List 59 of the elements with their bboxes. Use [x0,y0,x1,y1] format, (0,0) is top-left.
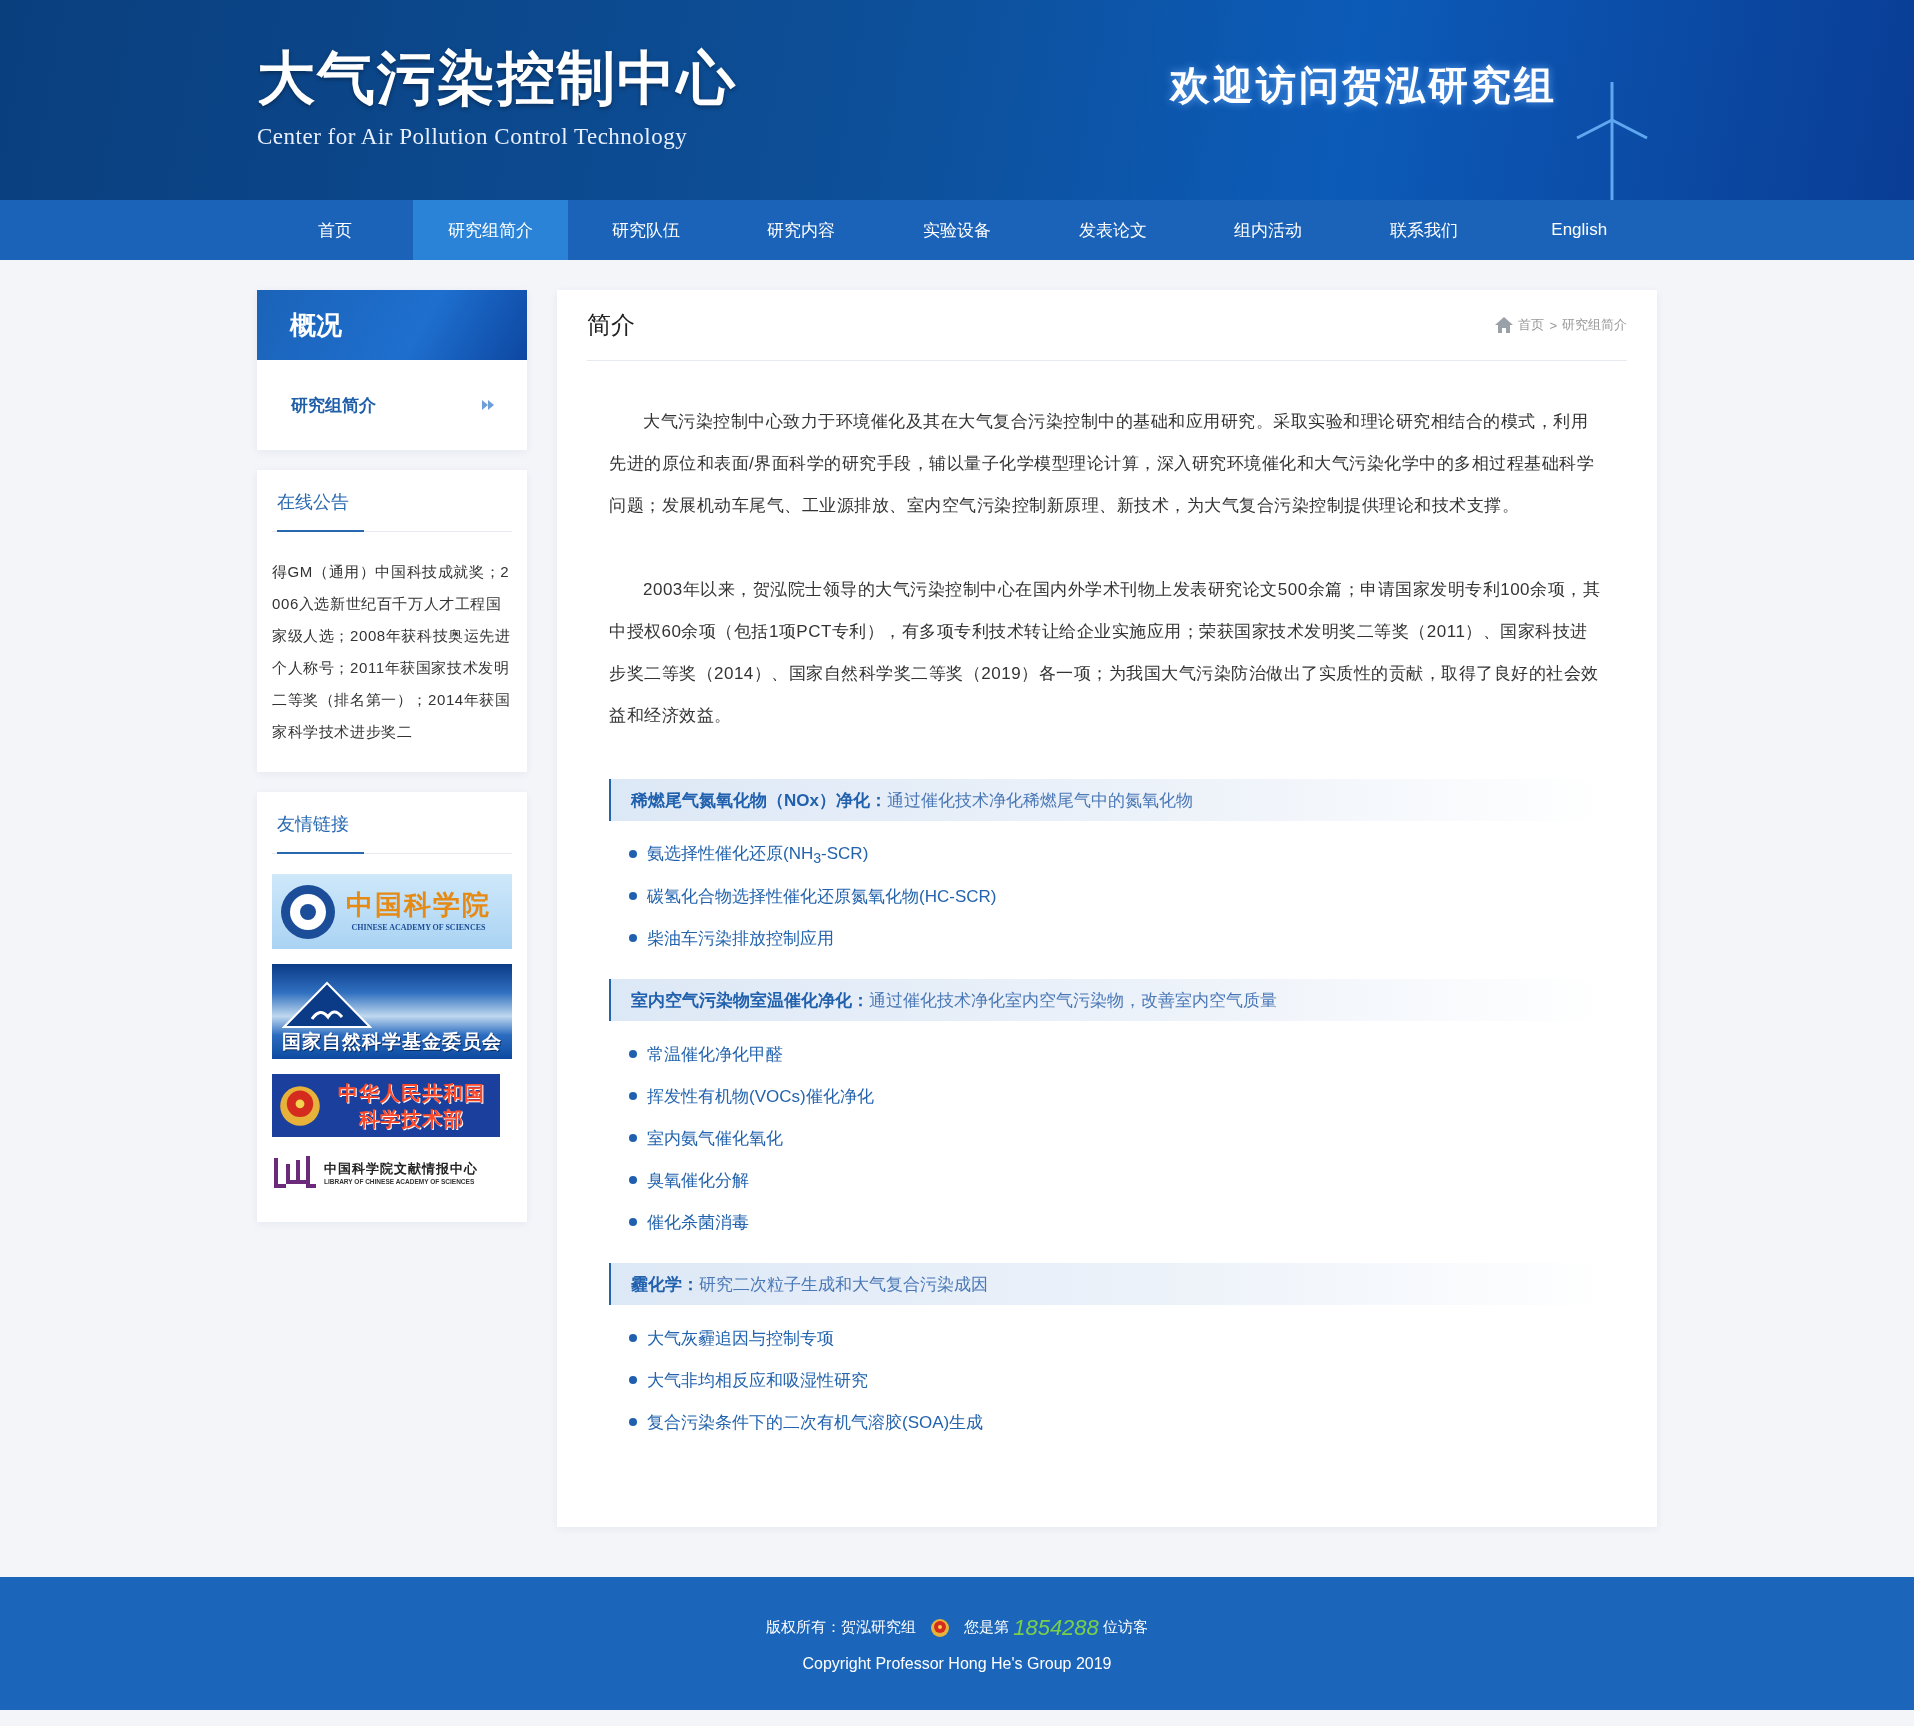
bullet-icon [629,1092,637,1100]
police-emblem-icon [930,1617,951,1638]
nav-link[interactable]: 研究内容 [723,200,880,260]
topic-item: 大气非均相反应和吸湿性研究 [647,1369,868,1392]
visitor-suffix: 位访客 [1102,1618,1148,1637]
topic-item: 碳氢化合物选择性催化还原氮氧化物(HC-SCR) [647,885,997,908]
intro-paragraph: 大气污染控制中心致力于环境催化及其在大气复合污染控制中的基础和应用研究。采取实验和理论研究相结合的模式，利用先进的原位和表面/界面科学的研究手段，辅以量子化学模型理论计算，深入研究环境催化和大气污染化学中的多相过程基础科学问题；发展机动车尾气、工业源排放、室内空气污染控制新原理、新技术，为大气复合污染控制提供理论和技术支撑。 [609,411,1596,517]
topic-item: 柴油车污染排放控制应用 [647,927,834,950]
topic-item: 室内氨气催化氧化 [647,1127,783,1150]
visitor-prefix: 您是第 [964,1618,1010,1637]
notice-text: 得GM（通用）中国科技成就奖；2006入选新世纪百千万人才工程国家级人选；2008年获科技奥运先进个人称号；2011年获国家技术发明二等奖（排名第一）；2014年获国家科学技术进步奖二 [271,562,512,742]
bullet-icon [629,1334,637,1342]
academy-emblem-icon [280,883,336,940]
sidebar-menu-link[interactable]: 研究组简介 [257,360,527,450]
nav-link[interactable]: 研究组简介 [412,200,569,260]
double-arrow-icon [482,400,494,410]
bullet-icon [629,934,637,942]
topic-item: 大气灰霾追因与控制专项 [647,1327,834,1350]
nav-link[interactable]: English [1501,200,1657,260]
topic-item: 氨选择性催化还原(NH$_{3}$-SCR) [647,842,869,867]
bullet-icon [629,892,637,900]
notice-title: 在线公告 [277,490,364,532]
nav-link[interactable]: 研究队伍 [568,200,724,260]
topic-item: 复合污染条件下的二次有机气溶胶(SOA)生成 [647,1411,984,1434]
nav-link[interactable]: 首页 [257,200,413,260]
topic-item: 挥发性有机物(VOCs)催化净化 [647,1085,874,1108]
nav-link[interactable]: 发表论文 [1034,200,1191,260]
intro-paragraph: 2003年以来，贺泓院士领导的大气污染控制中心在国内外学术刊物上发表研究论文500余篇；申请国家发明专利100余项，其中授权60余项（包括1项PCT专利），有多项专利技术转让给企业实施应用；荣获国家技术发明奖二等奖（2011）、国家科技进步奖二等奖（2014）、国家自然科学奖二等奖（2019）各一项；为我国大气污染防治做出了实质性的贡献，取得了良好的社会效益和经济效益。 [609,579,1602,727]
bullet-icon [629,1218,637,1226]
topic-item: 催化杀菌消毒 [647,1211,749,1234]
site-subtitle: Center for Air Pollution Control Technology [257,124,689,150]
nsfc-logo-link[interactable]: 国家自然科学基金委员会 [272,964,512,1059]
mountain-emblem-icon [282,981,372,1029]
cas-logo-link[interactable]: 中国科学院 CHINESE ACADEMY OF SCIENCES [272,874,512,949]
page-title: 简介 [587,310,635,340]
visitor-count: 1854288 [1013,1614,1099,1641]
topic-item: 臭氧催化分解 [647,1169,749,1192]
national-emblem-icon [278,1083,322,1128]
nav-link[interactable]: 实验设备 [879,200,1035,260]
breadcrumb-link[interactable]: 研究组简介 [1562,316,1627,334]
links-title: 友情链接 [277,812,364,854]
breadcrumb-link[interactable]: 首页 [1518,316,1545,334]
nav-link[interactable]: 联系我们 [1345,200,1502,260]
bullet-icon [629,1050,637,1058]
topic-item: 常温催化净化甲醛 [647,1043,783,1066]
breadcrumb-separator: > [1549,317,1557,333]
home-icon [1495,317,1514,333]
site-title: 大气污染控制中心 [257,45,737,113]
library-emblem-icon [272,1154,318,1190]
sidebar-section-title: 概况 [257,290,527,360]
bullet-icon [629,1376,637,1384]
bullet-icon [629,1134,637,1142]
bullet-icon [629,1176,637,1184]
bullet-icon [629,850,637,858]
nav-link[interactable]: 组内活动 [1190,200,1346,260]
copyright-text: Copyright Professor Hong He's Group 2019 [802,1654,1112,1673]
copyright-owner: 版权所有：贺泓研究组 [766,1618,917,1637]
welcome-text: 欢迎访问贺泓研究组 [1170,61,1557,110]
bullet-icon [629,1418,637,1426]
